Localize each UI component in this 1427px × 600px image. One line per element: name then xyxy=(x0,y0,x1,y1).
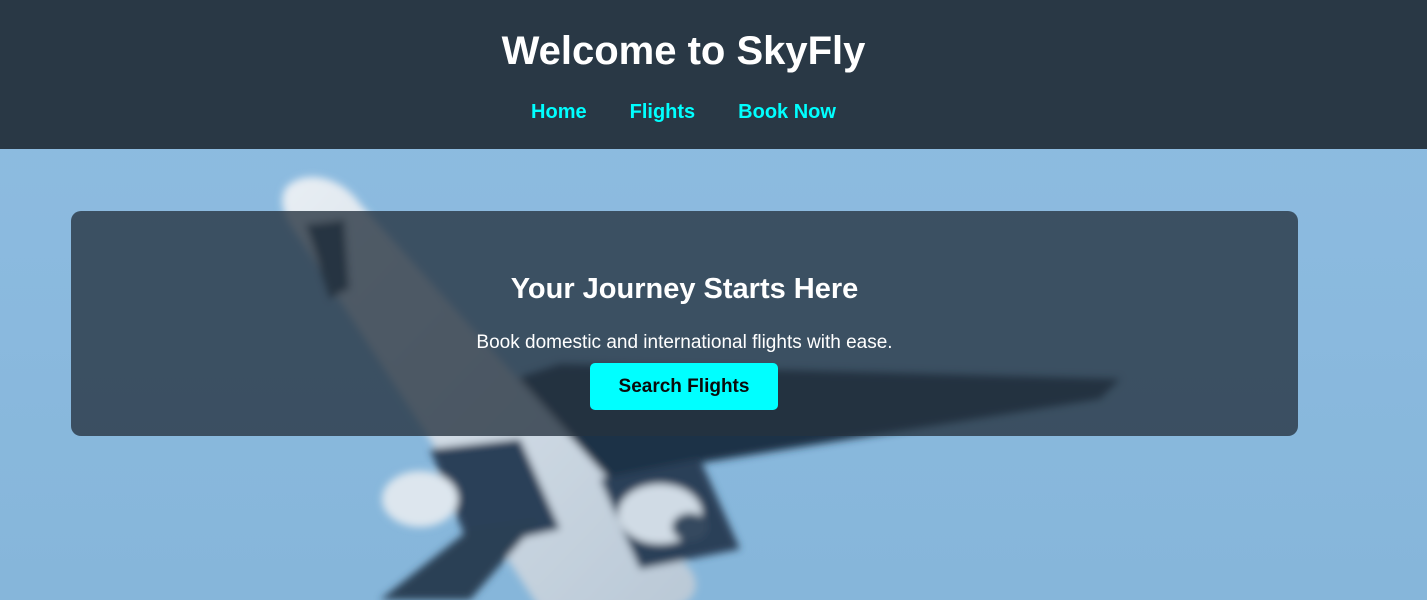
hero-subtitle: Book domestic and international flights … xyxy=(476,332,893,353)
page: Welcome to SkyFly Home Flights Book Now xyxy=(0,0,1427,600)
nav-book-now-link[interactable]: Book Now xyxy=(738,100,836,124)
main-nav: Home Flights Book Now xyxy=(0,100,1367,124)
nav-flights-link[interactable]: Flights xyxy=(630,100,696,124)
hero-card: Your Journey Starts Here Book domestic a… xyxy=(71,211,1298,436)
site-header: Welcome to SkyFly Home Flights Book Now xyxy=(0,0,1427,149)
site-title: Welcome to SkyFly xyxy=(501,29,866,73)
nav-home-link[interactable]: Home xyxy=(531,100,587,124)
search-flights-button[interactable]: Search Flights xyxy=(590,363,778,410)
hero-title: Your Journey Starts Here xyxy=(510,273,859,305)
